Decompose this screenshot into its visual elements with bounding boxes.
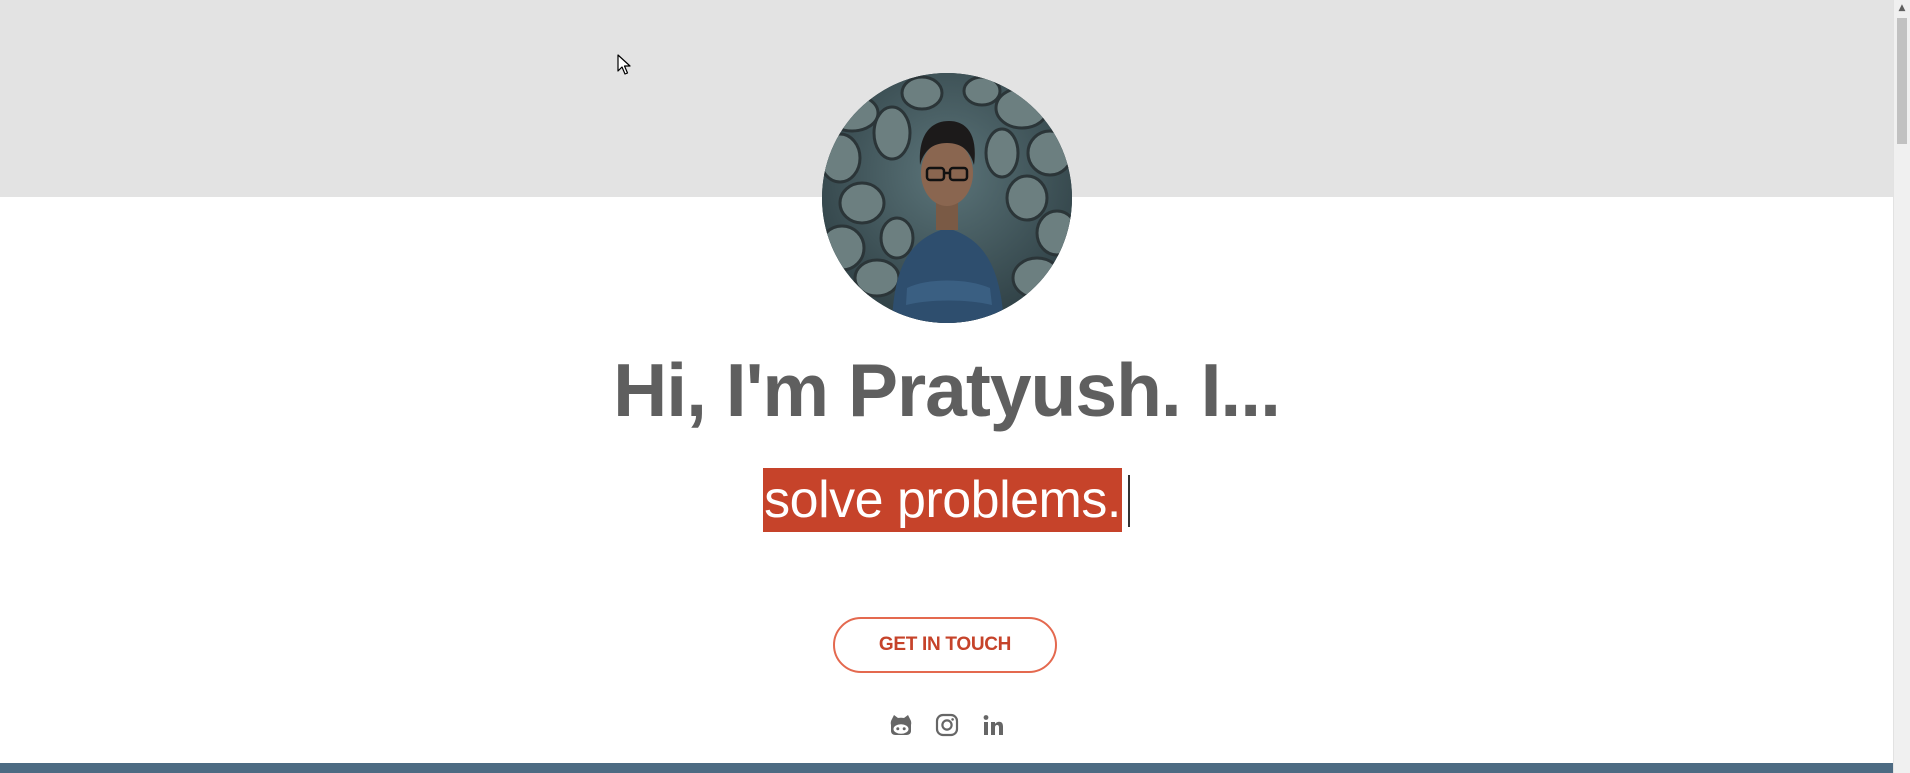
typed-text-area: solve problems. xyxy=(0,468,1893,534)
profile-avatar xyxy=(822,73,1072,323)
social-links xyxy=(0,712,1893,738)
hero-headline: Hi, I'm Pratyush. I... xyxy=(613,348,1281,432)
github-icon[interactable] xyxy=(888,712,914,738)
get-in-touch-button[interactable]: GET IN TOUCH xyxy=(833,617,1057,673)
vertical-scrollbar[interactable]: ▲ xyxy=(1893,0,1910,773)
scroll-up-arrow-icon[interactable]: ▲ xyxy=(1894,0,1910,17)
linkedin-icon[interactable] xyxy=(980,712,1006,738)
mouse-cursor-icon xyxy=(617,54,631,75)
scroll-thumb[interactable] xyxy=(1897,18,1907,144)
typed-text-highlight: solve problems. xyxy=(763,468,1122,532)
typing-caret xyxy=(1127,475,1130,527)
instagram-icon[interactable] xyxy=(934,712,960,738)
next-section-band xyxy=(0,763,1893,773)
page: Hi, I'm Pratyush. I... solve problems. G… xyxy=(0,0,1910,773)
